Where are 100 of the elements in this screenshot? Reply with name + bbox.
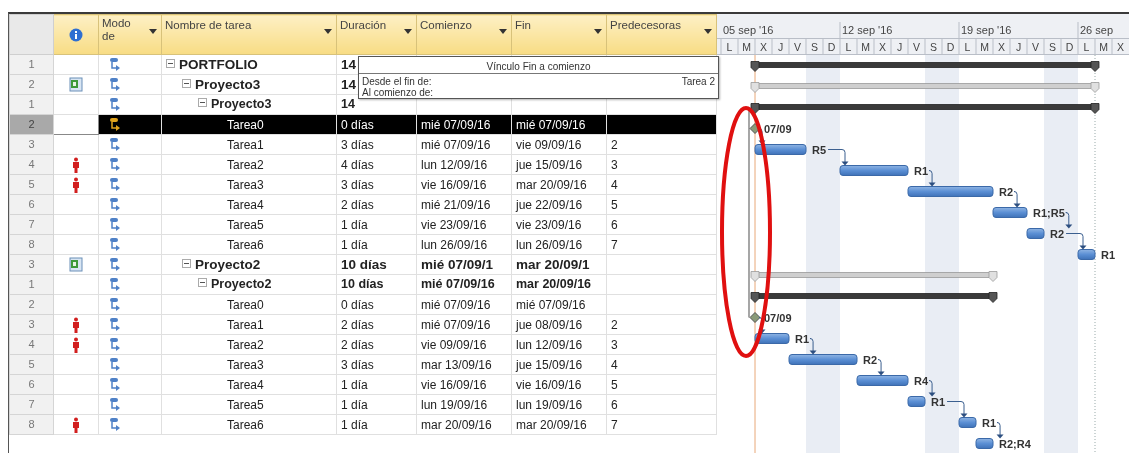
row-number: 3 [9, 254, 54, 275]
finish-date: vie 09/09/16 [511, 134, 607, 155]
day-letter: X [998, 41, 1005, 53]
collapse-icon[interactable] [182, 258, 191, 268]
task-bar[interactable] [958, 417, 977, 428]
collapse-icon[interactable] [166, 58, 175, 68]
duration: 1 día [336, 374, 417, 395]
day-letter: M [742, 41, 751, 53]
task-mode-icon [109, 296, 121, 313]
task-row[interactable]: 6 Tarea4 2 días mié 21/09/16 jue 22/09/16 5 [9, 194, 717, 215]
task-bar[interactable] [839, 165, 909, 176]
task-name: Proyecto2 [211, 277, 272, 292]
predecessors: 2 [606, 134, 717, 155]
collapse-icon[interactable] [182, 78, 191, 88]
start-date: lun 19/09/16 [416, 394, 512, 415]
milestone-marker[interactable] [749, 312, 761, 323]
row-number: 8 [9, 414, 54, 435]
finish-date: jue 15/09/16 [511, 354, 607, 375]
day-letter: V [913, 41, 920, 53]
task-bar[interactable] [754, 333, 790, 344]
day-letter: X [1117, 41, 1124, 53]
finish-date: jue 08/09/16 [511, 314, 607, 335]
summary-bar[interactable] [750, 292, 998, 303]
finish-date: mié 07/09/16 [511, 294, 607, 315]
week-label: 19 sep '16 [961, 24, 1012, 36]
task-name: Tarea6 [227, 417, 264, 432]
task-row[interactable]: 4 Tarea2 2 días vie 09/09/16 lun 12/09/16 3 [9, 334, 717, 355]
collapse-icon[interactable] [198, 98, 207, 108]
task-bar[interactable] [1077, 249, 1096, 260]
resource-label: R2 [1050, 227, 1065, 240]
task-row[interactable]: 2 Tarea0 0 días mié 07/09/16 mié 07/09/16 [9, 114, 717, 135]
task-row[interactable]: 3 Tarea1 2 días mié 07/09/16 jue 08/09/16 2 [9, 314, 717, 335]
column-header[interactable]: Comienzo [416, 14, 512, 55]
row-number: 7 [9, 394, 54, 415]
column-header[interactable]: Duración [336, 14, 417, 55]
day-letter: L [726, 41, 733, 53]
week-label: 12 sep '16 [842, 24, 893, 36]
task-row[interactable]: 7 Tarea5 1 día vie 23/09/16 vie 23/09/16 6 [9, 214, 717, 235]
task-row[interactable]: 3 Proyecto2 10 días mié 07/09/1 mar 20/09/1 [9, 254, 717, 275]
task-mode-icon [109, 356, 121, 373]
task-row[interactable]: 2 Tarea0 0 días mié 07/09/16 mié 07/09/16 [9, 294, 717, 315]
task-mode-icon [109, 136, 121, 153]
row-number: 2 [9, 74, 54, 95]
task-row[interactable]: 3 Tarea1 3 días mié 07/09/16 vie 09/09/16 2 [9, 134, 717, 155]
dependency-arrow [946, 401, 968, 418]
collapse-icon[interactable] [198, 278, 207, 288]
predecessors: 3 [606, 334, 717, 355]
resource-label: R5 [812, 143, 827, 156]
row-number: 4 [9, 334, 54, 355]
task-row[interactable]: 1 Proyecto2 10 días mié 07/09/16 mar 20/09/16 [9, 274, 717, 295]
summary-bar[interactable] [750, 103, 1100, 114]
row-number: 5 [9, 354, 54, 375]
predecessors: 5 [606, 374, 717, 395]
dependency-arrow [827, 149, 849, 166]
column-header[interactable]: Nombre de tarea [161, 14, 337, 55]
finish-date: jue 15/09/16 [511, 154, 607, 175]
summary-bar[interactable] [750, 61, 1100, 72]
milestone-marker[interactable] [749, 123, 761, 134]
start-date: vie 09/09/16 [416, 334, 512, 355]
task-row[interactable]: 7 Tarea5 1 día lun 19/09/16 lun 19/09/16 6 [9, 394, 717, 415]
task-row[interactable]: 5 Tarea3 3 días mar 13/09/16 jue 15/09/16 4 [9, 354, 717, 375]
row-number: 1 [9, 274, 54, 295]
task-bar[interactable] [975, 438, 994, 449]
day-letter: M [861, 41, 870, 53]
column-header[interactable]: Fin [511, 14, 607, 55]
row-number: 3 [9, 134, 54, 155]
duration: 10 días [336, 274, 417, 295]
task-bar[interactable] [907, 396, 926, 407]
finish-date: jue 22/09/16 [511, 194, 607, 215]
tooltip-value: Tarea 2 [681, 76, 715, 87]
column-header[interactable]: Modo de [98, 14, 162, 55]
task-bar[interactable] [856, 375, 909, 386]
task-bar[interactable] [992, 207, 1028, 218]
row-number: 1 [9, 54, 54, 75]
task-row[interactable]: 8 Tarea6 1 día lun 26/09/16 lun 26/09/16 7 [9, 234, 717, 255]
day-letter: S [1049, 41, 1056, 53]
duration: 2 días [336, 334, 417, 355]
day-letter: L [964, 41, 971, 53]
day-letter: D [1065, 41, 1074, 53]
start-date: mié 07/09/16 [416, 314, 512, 335]
duration: 0 días [336, 294, 417, 315]
dependency-arrow [758, 128, 766, 145]
task-bar[interactable] [1026, 228, 1045, 239]
column-header[interactable]: Predecesoras [606, 14, 717, 55]
resource-label: R4 [914, 374, 929, 387]
task-bar[interactable] [907, 186, 994, 197]
duration: 2 días [336, 194, 417, 215]
task-bar[interactable] [754, 144, 807, 155]
task-row[interactable]: 6 Tarea4 1 día vie 16/09/16 vie 16/09/16 5 [9, 374, 717, 395]
dependency-arrow [1013, 191, 1021, 208]
dependency-arrow [1065, 212, 1073, 229]
task-name: PORTFOLIO [179, 56, 258, 72]
day-letter: S [811, 41, 818, 53]
task-row[interactable]: 5 Tarea3 3 días vie 16/09/16 mar 20/09/16 4 [9, 174, 717, 195]
resource-label: R2 [863, 353, 878, 366]
task-row[interactable]: 4 Tarea2 4 días lun 12/09/16 jue 15/09/16 3 [9, 154, 717, 175]
day-letter: L [1083, 41, 1090, 53]
task-row[interactable]: 8 Tarea6 1 día mar 20/09/16 mar 20/09/16 7 [9, 414, 717, 435]
task-bar[interactable] [788, 354, 858, 365]
start-date: vie 23/09/16 [416, 214, 512, 235]
